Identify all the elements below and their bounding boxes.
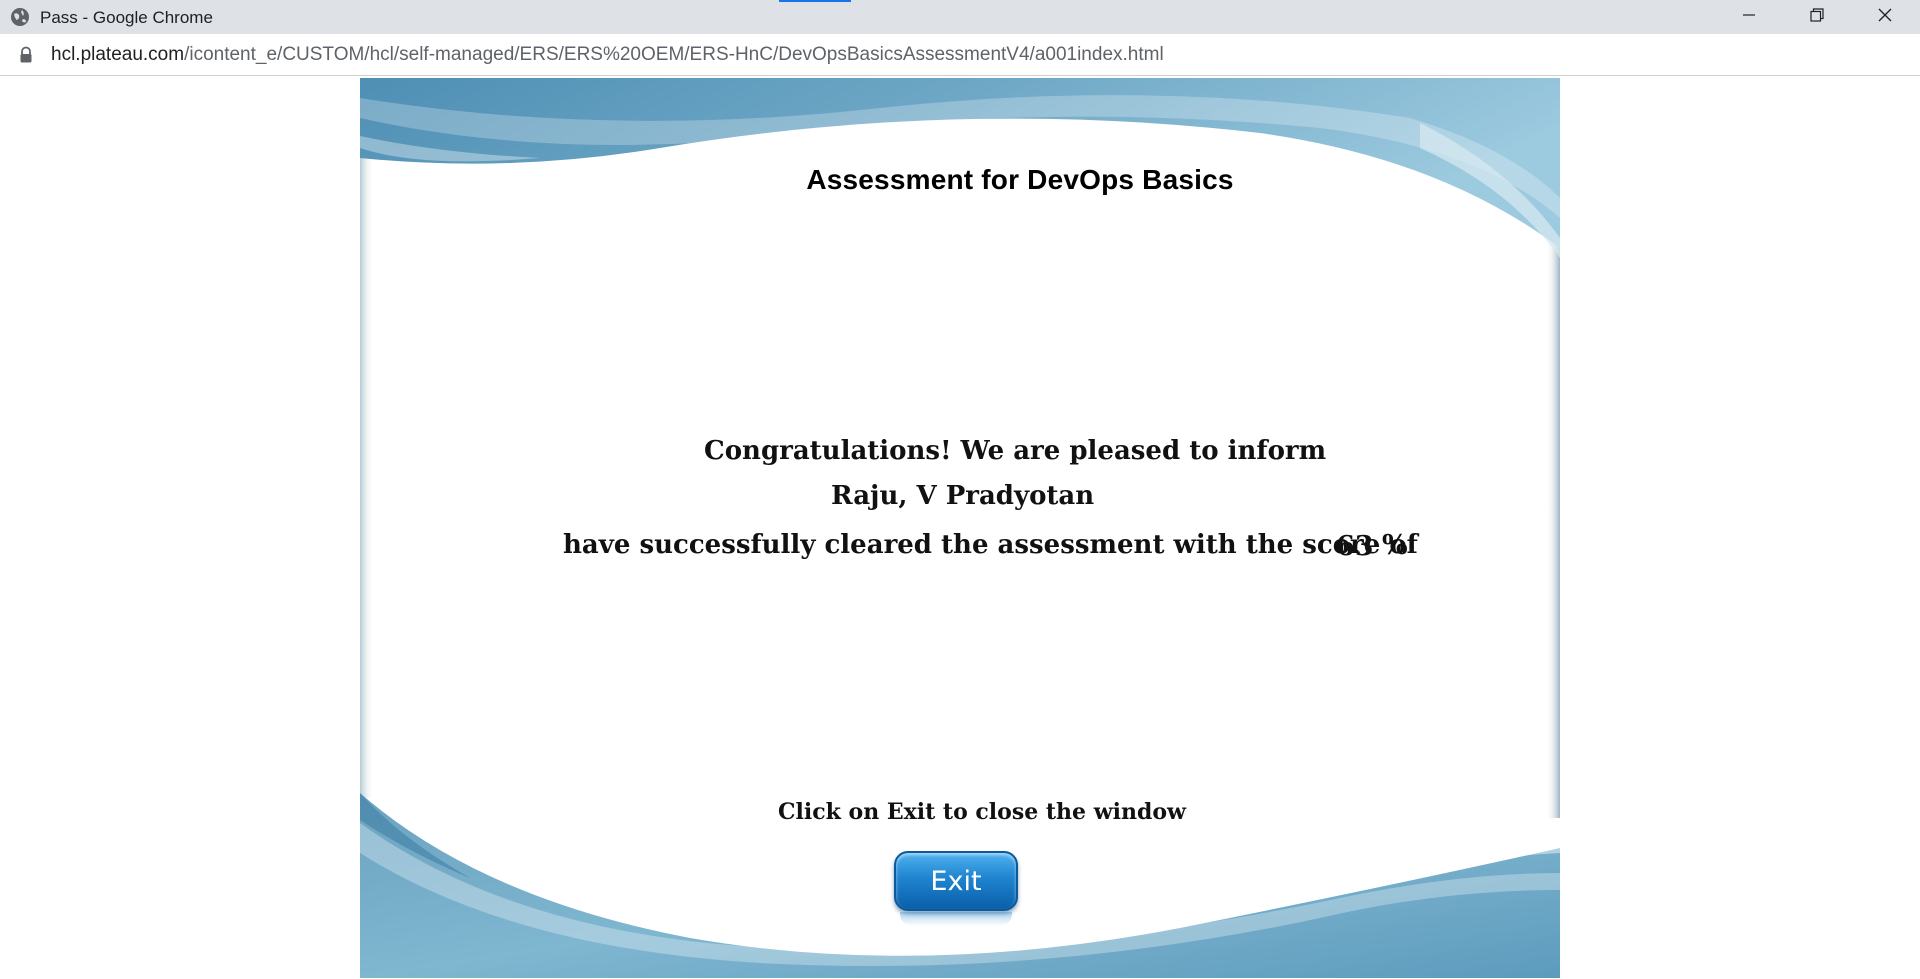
url-path: /icontent_e/CUSTOM/hcl/self-managed/ERS/…: [184, 44, 1164, 65]
active-tab-indicator: [779, 0, 851, 2]
close-button[interactable]: [1852, 0, 1918, 34]
wave-background: [360, 78, 1560, 978]
score-value: 63: [1336, 531, 1374, 562]
assessment-title: Assessment for DevOps Basics: [806, 164, 1234, 195]
url-text[interactable]: hcl.plateau.com/icontent_e/CUSTOM/hcl/se…: [51, 44, 1164, 66]
restore-button[interactable]: [1784, 0, 1850, 34]
close-icon: [1877, 7, 1893, 28]
congratulations-message: Congratulations! We are pleased to infor…: [704, 436, 1327, 466]
score-percent-sign: %: [1382, 530, 1408, 561]
exit-instruction: Click on Exit to close the window: [778, 799, 1186, 825]
exit-button-label: Exit: [930, 865, 982, 897]
minimize-icon: [1742, 8, 1756, 27]
browser-title-bar: Pass - Google Chrome: [0, 0, 1920, 34]
candidate-name: Raju, V Pradyotan: [831, 481, 1095, 511]
result-message: have successfully cleared the assessment…: [563, 530, 1418, 560]
exit-button[interactable]: Exit: [894, 851, 1018, 911]
globe-icon: [10, 7, 30, 27]
lock-icon[interactable]: [18, 46, 34, 64]
restore-icon: [1810, 7, 1824, 27]
minimize-button[interactable]: [1716, 0, 1782, 34]
address-bar[interactable]: hcl.plateau.com/icontent_e/CUSTOM/hcl/se…: [0, 34, 1920, 76]
exit-button-reflection: [900, 912, 1012, 926]
assessment-result-page: Assessment for DevOps Basics Congratulat…: [360, 78, 1560, 978]
window-title: Pass - Google Chrome: [40, 8, 213, 27]
url-host: hcl.plateau.com: [51, 44, 185, 65]
